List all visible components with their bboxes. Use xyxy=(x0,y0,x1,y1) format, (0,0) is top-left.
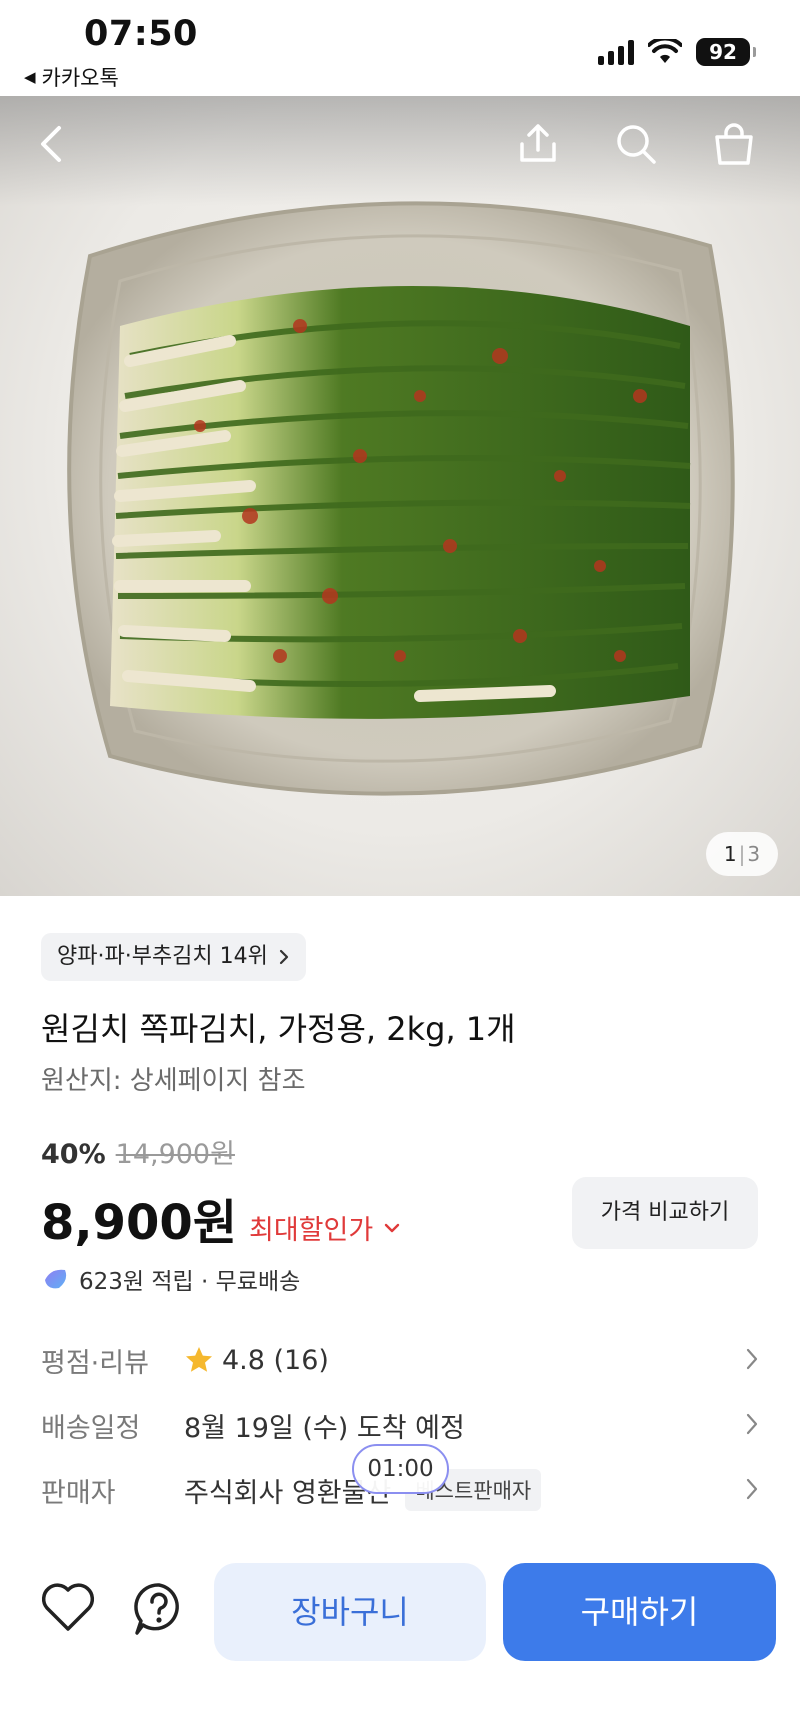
image-index: 1 xyxy=(723,842,737,866)
seller-label: 판매자 xyxy=(41,1477,116,1509)
rating-value: 4.8 (16) xyxy=(222,1344,329,1376)
max-discount-label: 최대할인가 xyxy=(249,1215,374,1246)
heart-icon[interactable] xyxy=(40,1581,96,1637)
back-arrow-icon[interactable] xyxy=(24,116,80,172)
rating-review-row[interactable]: 평점·리뷰 4.8 (16) xyxy=(41,1335,759,1385)
timer-pill: 01:00 xyxy=(352,1444,449,1494)
hero-navigation xyxy=(0,116,800,176)
max-discount-toggle[interactable]: 최대할인가 xyxy=(249,1208,401,1247)
discount-percent: 40% xyxy=(41,1139,106,1170)
share-icon[interactable] xyxy=(510,116,566,172)
help-icon[interactable] xyxy=(131,1581,187,1641)
delivery-value: 8월 19일 (수) 도착 예정 xyxy=(184,1412,465,1444)
back-app-label: 카카오톡 xyxy=(41,66,119,90)
category-rank-label: 양파·파·부추김치 14위 xyxy=(57,944,268,969)
shopping-bag-icon[interactable] xyxy=(706,116,762,172)
image-counter: 1 | 3 xyxy=(706,832,778,876)
image-counter-separator: | xyxy=(738,842,746,866)
points-text: 623원 적립 · 무료배송 xyxy=(79,1269,301,1295)
back-to-app-link[interactable]: ◀ 카카오톡 xyxy=(24,62,119,92)
chevron-right-icon xyxy=(279,949,289,965)
rating-value-group: 4.8 (16) xyxy=(184,1345,329,1376)
status-indicators: 92 xyxy=(598,38,756,66)
add-to-cart-button[interactable]: 장바구니 xyxy=(214,1563,486,1661)
image-total: 3 xyxy=(747,842,761,866)
search-icon[interactable] xyxy=(608,116,664,172)
product-title: 원김치 쪽파김치, 가정용, 2kg, 1개 xyxy=(41,1010,516,1048)
product-origin: 원산지: 상세페이지 참조 xyxy=(41,1066,306,1096)
points-row: 623원 적립 · 무료배송 xyxy=(41,1262,300,1296)
delivery-schedule-row[interactable]: 배송일정 8월 19일 (수) 도착 예정 xyxy=(41,1400,759,1450)
product-photo xyxy=(67,201,735,796)
price-row: 8,900원 최대할인가 xyxy=(41,1183,401,1253)
wifi-icon xyxy=(648,39,682,63)
chevron-down-icon xyxy=(385,1223,400,1232)
delivery-label: 배송일정 xyxy=(41,1412,141,1444)
points-icon xyxy=(45,1269,67,1289)
category-rank-chip[interactable]: 양파·파·부추김치 14위 xyxy=(41,933,306,981)
sale-price: 8,900원 xyxy=(41,1195,237,1251)
product-image-carousel[interactable]: 1 | 3 xyxy=(0,96,800,896)
back-triangle-icon: ◀ xyxy=(24,68,36,86)
status-bar: 07:50 ◀ 카카오톡 92 xyxy=(0,0,800,96)
original-price: 14,900원 xyxy=(115,1139,235,1170)
chevron-right-icon xyxy=(746,1348,758,1370)
cellular-signal-icon xyxy=(598,39,634,65)
green-onions xyxy=(110,286,691,719)
status-time: 07:50 xyxy=(84,14,198,54)
bottom-action-bar: 장바구니 구매하기 xyxy=(0,1541,800,1731)
rating-label: 평점·리뷰 xyxy=(41,1347,149,1379)
discount-row: 40% 14,900원 xyxy=(41,1132,235,1171)
star-icon xyxy=(186,1347,212,1372)
battery-icon: 92 xyxy=(696,38,756,66)
chevron-right-icon xyxy=(746,1413,758,1435)
price-compare-button[interactable]: 가격 비교하기 xyxy=(572,1177,758,1249)
chevron-right-icon xyxy=(746,1478,758,1500)
buy-now-button[interactable]: 구매하기 xyxy=(503,1563,776,1661)
